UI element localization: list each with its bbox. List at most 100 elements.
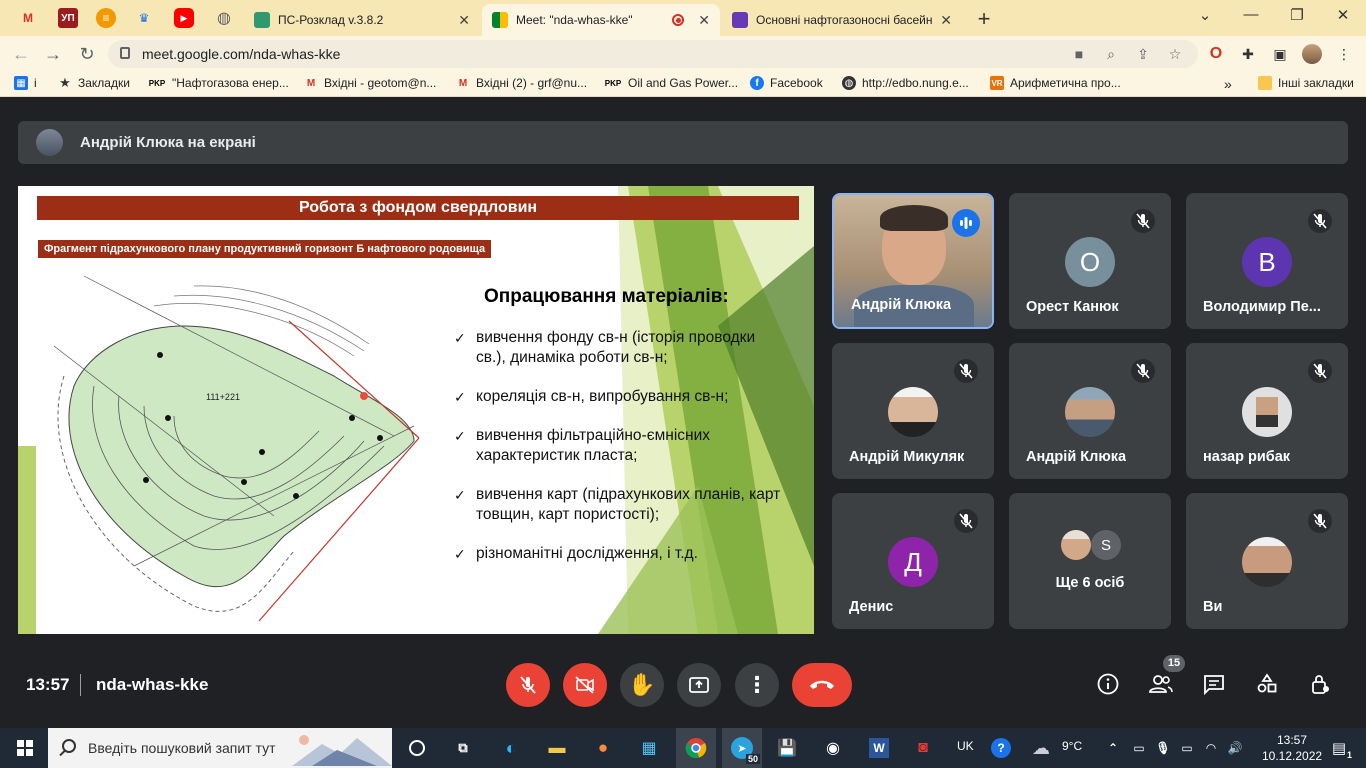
tab-ps-rozklad[interactable]: ПС-Розклад v.3.8.2 ✕ — [244, 4, 480, 36]
extensions-icon[interactable]: ✚ — [1238, 44, 1258, 64]
zoom-icon[interactable]: ⌕ — [1102, 46, 1120, 63]
camera-icon[interactable]: ■ — [1070, 46, 1088, 62]
minimize-button[interactable]: — — [1236, 6, 1266, 23]
participant-tile[interactable]: Д Денис — [832, 493, 994, 629]
close-window-button[interactable]: ✕ — [1328, 6, 1358, 24]
share-icon[interactable]: ⇪ — [1134, 46, 1152, 63]
meeting-details-button[interactable] — [1094, 670, 1122, 698]
weather-cloud-icon[interactable]: ☁ — [1028, 736, 1054, 760]
language-indicator[interactable]: UK — [957, 739, 974, 753]
speaking-indicator-icon — [952, 209, 980, 237]
profile-avatar[interactable] — [1302, 44, 1322, 64]
participant-name: Денис — [849, 599, 894, 615]
bookmark-geotom[interactable]: M Вхідні - geotom@n... — [304, 76, 437, 90]
tab-meet[interactable]: Meet: "nda-whas-kke" ✕ — [482, 4, 720, 36]
cortana-icon[interactable] — [404, 736, 430, 760]
slide-subtitle: Фрагмент підрахункового плану продуктивн… — [38, 240, 492, 258]
participant-tile-more[interactable]: S Ще 6 осіб — [1009, 493, 1171, 629]
people-button[interactable] — [1147, 670, 1175, 698]
telegram-taskbar-icon[interactable]: ➤ 50 — [722, 728, 762, 768]
youtube-icon[interactable]: ▶ — [174, 8, 194, 28]
more-options-button[interactable]: ⋮ — [735, 663, 779, 707]
microphone-tray-icon[interactable]: 🎙 — [1150, 736, 1176, 760]
crest-icon[interactable]: ♛ — [134, 8, 154, 28]
tab-search-chevron-icon[interactable]: ⌄ — [1190, 6, 1220, 24]
menu-icon[interactable]: ⋮ — [1334, 44, 1354, 64]
leave-call-button[interactable] — [792, 663, 852, 707]
firefox-icon[interactable]: ● — [590, 736, 616, 760]
globe-icon: ◍ — [842, 76, 856, 90]
file-explorer-icon[interactable]: ▬ — [544, 736, 570, 760]
toggle-camera-button[interactable] — [563, 663, 607, 707]
bookmark-oil-gas[interactable]: PKP Oil and Gas Power... — [604, 76, 738, 90]
notification-count: 1 — [1346, 750, 1352, 760]
save-icon[interactable]: 💾 — [774, 736, 800, 760]
participant-tile[interactable]: В Володимир Пе... — [1186, 193, 1348, 329]
tray-chevron-icon[interactable]: ⌃ — [1100, 736, 1126, 760]
battery-icon[interactable]: ▭ — [1174, 736, 1200, 760]
restore-button[interactable]: ❐ — [1282, 6, 1312, 24]
participant-tile-self[interactable]: Ви — [1186, 493, 1348, 629]
participant-tile[interactable]: Андрій Микуляк — [832, 343, 994, 479]
meet-tray-icon[interactable]: ▭ — [1126, 736, 1152, 760]
close-icon[interactable]: ✕ — [698, 12, 710, 29]
bookmarks-overflow-icon[interactable]: » — [1224, 76, 1232, 92]
bookmark-naftogaz[interactable]: PKP "Нафтогазова енер... — [148, 76, 289, 90]
forward-button[interactable]: → — [40, 41, 66, 67]
tab-forms[interactable]: Основні нафтогазоносні басейн ✕ — [722, 4, 962, 36]
new-tab-button[interactable]: + — [972, 6, 996, 32]
globe-icon[interactable]: ◍ — [214, 8, 234, 28]
volume-icon[interactable]: 🔊 — [1222, 736, 1248, 760]
present-now-button[interactable] — [677, 663, 721, 707]
bookmarks-bar: ▦ і ★ Закладки PKP "Нафтогазова енер... M Вх… — [0, 71, 1366, 97]
gmail-icon[interactable]: M — [18, 8, 38, 28]
reload-button[interactable]: ↻ — [74, 41, 100, 67]
bookmark-apps[interactable]: ▦ і — [14, 76, 37, 90]
help-icon[interactable]: ? — [988, 736, 1014, 760]
task-view-icon[interactable]: ⧉ — [450, 736, 476, 760]
host-controls-button[interactable] — [1306, 670, 1334, 698]
avatar: В — [1242, 237, 1292, 287]
toggle-mic-button[interactable] — [506, 663, 550, 707]
close-icon[interactable]: ✕ — [940, 12, 952, 29]
wifi-icon[interactable]: ◠ — [1198, 736, 1224, 760]
tabs-icon[interactable]: ≡ — [96, 8, 116, 28]
store-icon[interactable]: ▦ — [636, 736, 662, 760]
participant-tile-speaker[interactable]: Андрій Клюка — [832, 193, 994, 329]
lock-person-icon — [1312, 675, 1329, 694]
notifications-icon[interactable]: ▤ 1 — [1326, 736, 1352, 760]
present-icon — [689, 677, 709, 693]
bookmark-grf[interactable]: M Вхідні (2) - grf@nu... — [456, 76, 587, 90]
bookmark-star-icon[interactable]: ☆ — [1166, 46, 1184, 63]
taskbar-search-box[interactable]: Введіть пошуковий запит тут — [48, 728, 392, 768]
bookmark-facebook[interactable]: f Facebook — [750, 76, 823, 90]
start-button[interactable] — [12, 736, 38, 760]
close-icon[interactable]: ✕ — [458, 12, 470, 29]
bookmark-other[interactable]: Інші закладки — [1258, 76, 1354, 90]
word-icon[interactable]: W — [866, 736, 892, 760]
obs-icon[interactable]: ◉ — [820, 736, 846, 760]
url-text[interactable]: meet.google.com/nda-whas-kke — [142, 46, 340, 62]
bullet-text: вивчення фонду св-н (історія проводки св… — [476, 329, 756, 366]
chat-icon — [1204, 675, 1224, 696]
side-panel-icon[interactable]: ▣ — [1270, 44, 1290, 64]
up-icon[interactable]: УП — [58, 8, 78, 28]
participant-tile[interactable]: назар рибак — [1186, 343, 1348, 479]
opera-extension-icon[interactable]: O — [1206, 44, 1226, 64]
raise-hand-button[interactable]: ✋ — [620, 663, 664, 707]
participant-tile[interactable]: О Орест Канюк — [1009, 193, 1171, 329]
chat-button[interactable] — [1200, 670, 1228, 698]
address-bar[interactable]: meet.google.com/nda-whas-kke ■ ⌕ ⇪ ☆ — [108, 40, 1198, 68]
back-button[interactable]: ← — [8, 41, 34, 67]
activities-button[interactable] — [1253, 670, 1281, 698]
bookmark-arithmetic[interactable]: VR Арифметична про... — [990, 76, 1121, 90]
participant-tile[interactable]: Андрій Клюка — [1009, 343, 1171, 479]
chrome-taskbar-icon[interactable] — [676, 728, 716, 768]
bookmark-zakladky[interactable]: ★ Закладки — [58, 75, 130, 90]
recording-icon — [672, 14, 685, 26]
edge-icon[interactable]: ◐ — [498, 736, 524, 760]
recorder-icon[interactable]: ◙ — [910, 736, 936, 760]
system-clock[interactable]: 13:57 10.12.2022 — [1262, 732, 1322, 764]
weather-temperature[interactable]: 9°C — [1062, 739, 1082, 753]
bookmark-edbo[interactable]: ◍ http://edbo.nung.e... — [842, 76, 969, 90]
